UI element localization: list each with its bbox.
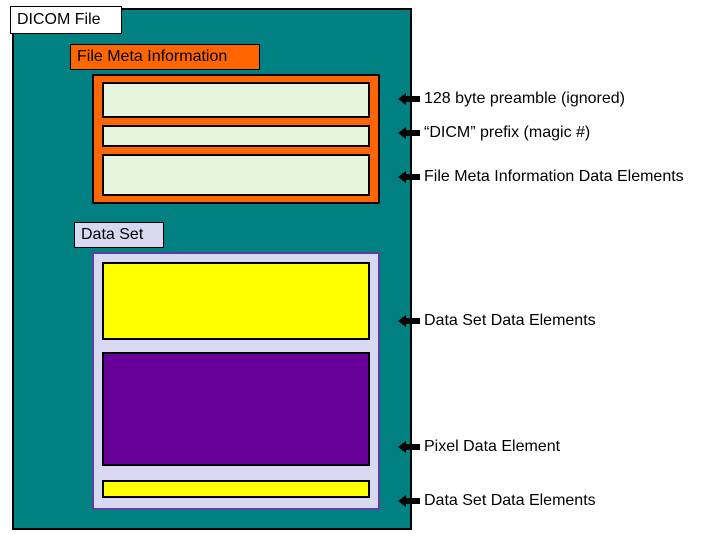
dataset-elements-label-2: Data Set Data Elements (424, 492, 596, 510)
data-set-container (92, 252, 380, 510)
file-meta-container (92, 74, 380, 204)
preamble-label: 128 byte preamble (ignored) (424, 90, 625, 108)
arrow-icon (398, 440, 420, 454)
meta-elements-label: File Meta Information Data Elements (424, 168, 684, 186)
dataset-elements-block-2 (102, 480, 370, 498)
dicm-prefix-label: “DICM” prefix (magic #) (424, 124, 590, 142)
dataset-elements-block-1 (102, 262, 370, 340)
meta-elements-block (102, 154, 370, 196)
data-set-title: Data Set (74, 222, 164, 248)
pixel-data-label: Pixel Data Element (424, 438, 560, 456)
pixel-data-block (102, 352, 370, 466)
arrow-icon (398, 92, 420, 106)
dicom-file-title: DICOM File (10, 6, 122, 34)
arrow-icon (398, 126, 420, 140)
file-meta-title: File Meta Information (70, 44, 260, 70)
arrow-icon (398, 494, 420, 508)
dicm-prefix-block (102, 125, 370, 147)
arrow-icon (398, 170, 420, 184)
preamble-block (102, 82, 370, 118)
dataset-elements-label-1: Data Set Data Elements (424, 312, 596, 330)
arrow-icon (398, 314, 420, 328)
